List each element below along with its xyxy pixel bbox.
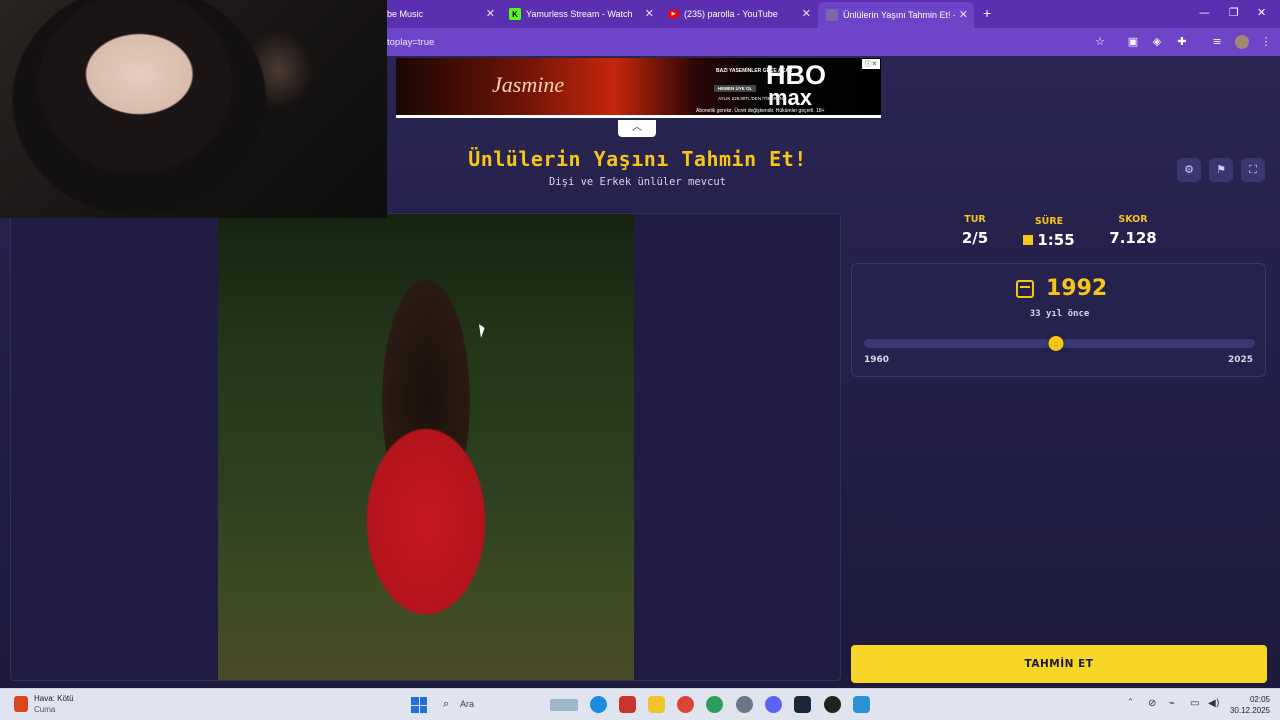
windows-start-icon[interactable] — [411, 697, 427, 713]
ad-close-icon[interactable]: ⓘ✕ — [862, 59, 880, 69]
year-slider-handle[interactable] — [1048, 336, 1064, 351]
chrome-profile-icon[interactable] — [706, 696, 723, 713]
slider-min-label: 1960 — [864, 355, 890, 365]
hidden-icon[interactable]: ⊘ — [1148, 698, 1156, 709]
timer-icon — [1023, 235, 1034, 245]
advertisement-banner[interactable]: Jasmine BAZI YASEMİNLER GECE AÇAR HEMEN … — [396, 58, 881, 118]
time-value: 1:55 — [1037, 231, 1075, 249]
tab-label: (235) parolla - YouTube — [684, 9, 778, 19]
display-icon[interactable]: ▭ — [1190, 698, 1199, 709]
tab-label: Ünlülerin Yaşını Tahmin Et! - Q... — [843, 10, 955, 20]
search-icon[interactable]: ⌕ — [443, 697, 449, 711]
youtube-icon: ▶ — [668, 10, 679, 18]
clock-time: 02:05 — [1249, 695, 1270, 704]
edge-icon[interactable] — [590, 696, 607, 713]
time-stat: SÜRE 1:55 — [1009, 216, 1089, 249]
site-icon — [826, 9, 838, 21]
extensions-puzzle-icon[interactable]: ✚ — [1175, 35, 1189, 49]
discord-icon[interactable] — [765, 696, 782, 713]
settings-icon[interactable] — [736, 696, 753, 713]
windows-taskbar: Hava: Kötü Cuma ⌕ Ara ˄ ⊘ ⌁ ▭ ◀) 02:05 3… — [0, 688, 1280, 720]
weather-icon[interactable] — [14, 696, 28, 712]
score-value: 7.128 — [1109, 229, 1157, 247]
tab-game-active[interactable]: Ünlülerin Yaşını Tahmin Et! - Q... ✕ — [818, 2, 974, 28]
round-stat: TUR 2/5 — [935, 214, 1015, 247]
close-window-icon[interactable]: ✕ — [1257, 6, 1266, 19]
close-icon[interactable]: ✕ — [486, 7, 495, 20]
extension-shield-icon[interactable]: ◈ — [1150, 35, 1164, 49]
guess-button[interactable]: TAHMİN ET — [851, 645, 1267, 683]
ad-footer: Abonelik gerekir. Ücret değişkendir. Hük… — [696, 108, 825, 114]
close-icon[interactable]: ✕ — [645, 7, 654, 20]
settings-gear-icon[interactable]: ⚙ — [1177, 158, 1201, 182]
kick-icon: K — [509, 8, 521, 20]
tab-label: Yamurless Stream - Watch Live — [526, 9, 634, 19]
calendar-icon — [1016, 280, 1034, 298]
search-highlight-icon — [550, 699, 578, 711]
year-slider[interactable] — [864, 336, 1255, 351]
media-control-icon[interactable]: ≡ — [1210, 35, 1224, 49]
new-tab-icon[interactable]: + — [983, 5, 991, 21]
volume-icon[interactable]: ◀) — [1208, 698, 1220, 709]
round-label: TUR — [964, 214, 986, 225]
score-label: SKOR — [1118, 214, 1148, 225]
restore-icon[interactable]: ❐ — [1229, 6, 1239, 19]
network-icon[interactable]: ⌁ — [1169, 698, 1175, 709]
taskbar-clock[interactable]: 02:05 30.12.2025 — [1226, 694, 1270, 716]
profile-avatar[interactable] — [1235, 35, 1249, 49]
steam-icon[interactable] — [794, 696, 811, 713]
years-ago-text: 33 yıl önce — [1029, 309, 1090, 319]
file-explorer-icon[interactable] — [648, 696, 665, 713]
weather-day: Cuma — [34, 705, 56, 714]
close-icon[interactable]: ✕ — [959, 8, 968, 21]
report-flag-icon[interactable]: ⚑ — [1209, 158, 1233, 182]
tab-kick-stream[interactable]: K Yamurless Stream - Watch Live ✕ — [509, 4, 654, 24]
obs-icon[interactable] — [824, 696, 841, 713]
chevron-up-icon[interactable]: ˄ — [1128, 698, 1133, 709]
close-icon[interactable]: ✕ — [802, 7, 811, 20]
tab-youtube-music[interactable]: be Music ✕ — [387, 4, 495, 24]
ad-title: Jasmine — [492, 72, 565, 97]
game-app-icon[interactable] — [619, 696, 636, 713]
selected-year: 1992 — [1046, 276, 1108, 301]
url-text[interactable]: toplay=true — [387, 37, 434, 48]
tab-label: be Music — [387, 9, 424, 19]
slider-max-label: 2025 — [1227, 355, 1253, 365]
chrome-icon[interactable] — [677, 696, 694, 713]
year-picker-card: 1992 33 yıl önce 1960 2025 — [851, 263, 1266, 377]
weather-title[interactable]: Hava: Kötü — [34, 694, 74, 703]
extension-icon[interactable]: ▣ — [1126, 35, 1140, 49]
round-value: 2/5 — [961, 229, 989, 247]
clock-date: 30.12.2025 — [1229, 706, 1270, 715]
tab-youtube[interactable]: ▶ (235) parolla - YouTube ✕ — [668, 4, 811, 24]
more-menu-icon[interactable]: ⋮ — [1259, 35, 1273, 49]
ad-cta-button[interactable]: HEMEN ÜYE OL — [714, 85, 757, 92]
bookmark-star-icon[interactable]: ☆ — [1093, 35, 1107, 49]
taskbar-search[interactable]: Ara — [460, 699, 474, 709]
celebrity-photo-frame — [10, 213, 841, 681]
notepad-icon[interactable] — [853, 696, 870, 713]
collapse-ad-chevron-up-icon[interactable]: ︿ — [618, 120, 656, 137]
time-label: SÜRE — [1034, 216, 1064, 227]
celebrity-photo — [218, 214, 634, 680]
score-stat: SKOR 7.128 — [1093, 214, 1173, 247]
fullscreen-icon[interactable]: ⛶ — [1241, 158, 1265, 182]
minimize-icon[interactable]: — — [1199, 6, 1210, 19]
webcam-overlay — [0, 0, 387, 218]
